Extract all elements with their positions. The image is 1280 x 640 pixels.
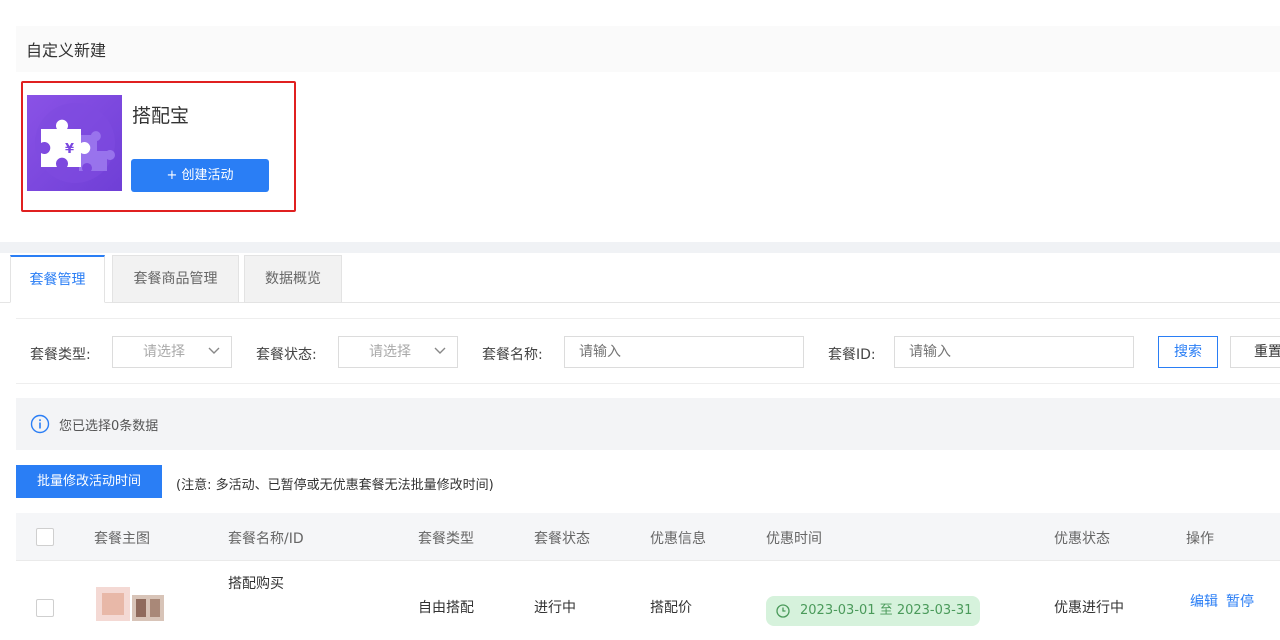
chevron-down-icon [208, 347, 220, 354]
create-activity-button[interactable]: + 创建活动 [131, 159, 269, 192]
column-header: 操作 [1186, 531, 1214, 547]
custom-create-title: 自定义新建 [26, 41, 107, 60]
status-select-placeholder: 请选择 [369, 344, 411, 360]
id-filter-label: 套餐ID: [828, 347, 876, 363]
chevron-down-icon [434, 347, 446, 354]
status-select[interactable]: 请选择 [338, 336, 458, 368]
tab-package-management[interactable]: 套餐管理 [10, 255, 105, 303]
tab-package-products[interactable]: 套餐商品管理 [112, 255, 239, 303]
selection-count-text: 您已选择0条数据 [59, 419, 159, 434]
column-header: 优惠状态 [1054, 531, 1110, 547]
package-name: 搭配购买 [228, 576, 284, 592]
package-type: 自由搭配 [418, 600, 474, 616]
batch-edit-note: (注意: 多活动、已暂停或无优惠套餐无法批量修改时间) [176, 478, 494, 493]
tab-data-overview[interactable]: 数据概览 [244, 255, 342, 303]
custom-title-bar: 自定义新建 [16, 26, 1280, 72]
discount-status: 优惠进行中 [1054, 600, 1124, 616]
tabs-bar: 套餐管理 套餐商品管理 数据概览 [0, 253, 1280, 303]
edit-link[interactable]: 编辑 [1190, 591, 1218, 611]
card-title: 搭配宝 [132, 105, 190, 127]
select-all-checkbox[interactable] [36, 528, 54, 546]
info-icon [30, 414, 50, 434]
column-header: 优惠时间 [766, 531, 822, 547]
table-row: 搭配购买 自由搭配 进行中 搭配价 2023-03-01 至 2023-03-3… [16, 561, 1280, 640]
type-select[interactable]: 请选择 [112, 336, 232, 368]
batch-edit-time-button[interactable]: 批量修改活动时间 [16, 465, 162, 498]
type-filter-label: 套餐类型: [30, 347, 91, 363]
pause-link[interactable]: 暂停 [1226, 591, 1254, 611]
discount-info: 搭配价 [650, 600, 692, 616]
status-filter-label: 套餐状态: [256, 347, 317, 363]
search-button[interactable]: 搜索 [1158, 336, 1218, 368]
id-input[interactable] [894, 336, 1134, 368]
custom-create-section: 自定义新建 ¥ 搭配宝 + 创建活动 [0, 0, 1280, 242]
discount-time-text: 2023-03-01 至 2023-03-31 [800, 603, 973, 618]
name-filter-label: 套餐名称: [482, 347, 543, 363]
column-header: 套餐状态 [534, 531, 590, 547]
clock-icon [776, 604, 790, 618]
table-header: 套餐主图 套餐名称/ID 套餐类型 套餐状态 优惠信息 优惠时间 优惠状态 操作 [16, 513, 1280, 561]
selection-info-bar: 您已选择0条数据 [16, 398, 1280, 450]
filter-bar: 套餐类型: 请选择 套餐状态: 请选择 套餐名称: 套餐ID: 搜索 重置 [16, 318, 1280, 384]
column-header: 套餐类型 [418, 531, 474, 547]
package-status: 进行中 [534, 600, 576, 616]
reset-button[interactable]: 重置 [1230, 336, 1280, 368]
package-management-panel: 套餐管理 套餐商品管理 数据概览 套餐类型: 请选择 套餐状态: 请选择 套餐名… [0, 253, 1280, 640]
column-header: 套餐名称/ID [228, 531, 304, 547]
puzzle-yuan-icon: ¥ [27, 95, 122, 191]
name-input[interactable] [564, 336, 804, 368]
column-header: 套餐主图 [94, 531, 150, 547]
discount-time-badge: 2023-03-01 至 2023-03-31 [766, 596, 980, 626]
type-select-placeholder: 请选择 [143, 344, 185, 360]
svg-text:¥: ¥ [65, 142, 74, 157]
row-checkbox[interactable] [36, 599, 54, 617]
column-header: 优惠信息 [650, 531, 706, 547]
product-thumbnail [96, 587, 164, 621]
